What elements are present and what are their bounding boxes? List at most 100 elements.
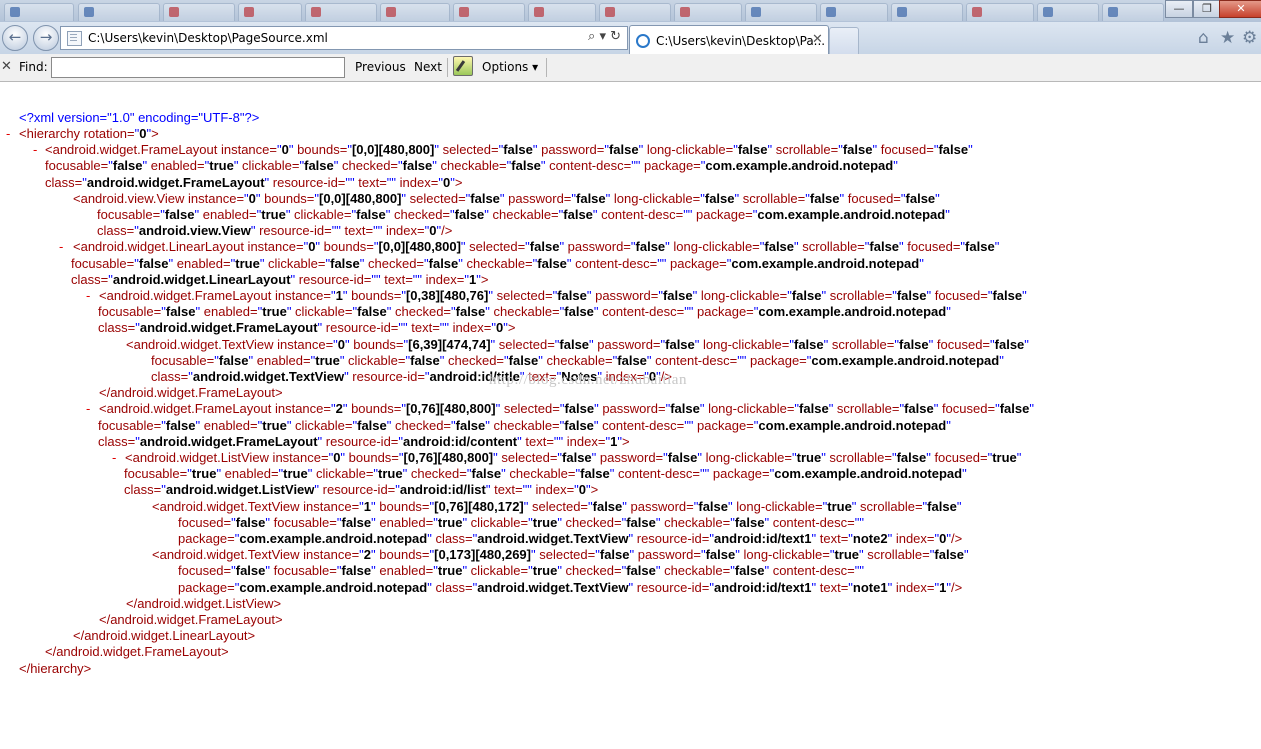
address-tools-icons[interactable]: ⌕ ▾ ↻	[588, 29, 621, 44]
xml-attr-value: android:id/content	[403, 433, 518, 449]
xml-attr-value: false	[165, 417, 196, 433]
xml-attr-name: index=	[892, 579, 935, 595]
xml-attr-value: true	[315, 352, 340, 368]
xml-attr-value: false	[356, 207, 386, 222]
address-bar[interactable]: C:\Users\kevin\Desktop\PageSource.xml ⌕ …	[60, 26, 628, 50]
highlight-matches-icon[interactable]	[453, 56, 473, 76]
background-tab[interactable]	[745, 3, 817, 21]
xml-line: - <android.widget.FrameLayout instance= "…	[86, 401, 1034, 417]
background-tab[interactable]	[891, 3, 963, 21]
xml-attr-name: index=	[382, 223, 425, 239]
collapse-toggle[interactable]: -	[86, 401, 90, 417]
xml-attr-name: checked=	[407, 466, 467, 482]
background-tab[interactable]	[966, 3, 1034, 21]
favorites-star-icon[interactable]: ★	[1220, 28, 1235, 48]
background-tab[interactable]	[599, 3, 671, 21]
minimize-button[interactable]: —	[1165, 0, 1193, 18]
xml-attr-name: focused=	[178, 563, 232, 579]
xml-attr-name: instance=	[217, 142, 277, 158]
xml-line: focusable="false" enabled="true" clickab…	[97, 207, 950, 223]
xml-attr-value: com.example.android.notepad	[239, 531, 428, 546]
collapse-toggle[interactable]: -	[112, 450, 116, 466]
xml-attr-name: checked=	[390, 207, 451, 222]
xml-attr-name: class=	[431, 531, 473, 546]
background-tab[interactable]	[380, 3, 450, 21]
xml-attr-value: false	[470, 190, 500, 206]
xml-line: - <android.widget.LinearLayout instance=…	[59, 239, 1000, 255]
close-window-button[interactable]: ✕	[1219, 0, 1261, 18]
xml-attr-name: selected=	[500, 401, 560, 417]
background-tab[interactable]	[453, 3, 525, 21]
xml-line: class="android.widget.LinearLayout" reso…	[71, 272, 488, 288]
close-find-bar-icon[interactable]: ✕	[1, 59, 12, 74]
background-tab[interactable]	[238, 3, 302, 21]
previous-button[interactable]: Previous	[355, 60, 406, 74]
close-tab-icon[interactable]: ✕	[812, 32, 823, 47]
xml-quote: "	[994, 239, 1000, 255]
xml-attr-value: com.example.android.notepad	[811, 352, 1000, 368]
xml-attr-value: false	[557, 288, 587, 303]
xml-attr-value: false	[670, 401, 700, 417]
new-tab-button[interactable]	[829, 27, 859, 55]
xml-attr-value: false	[799, 401, 829, 417]
xml-attr-name: class=	[124, 482, 162, 498]
xml-attr-value: android:id/text1	[713, 531, 812, 546]
options-dropdown[interactable]: Options ▾	[482, 60, 538, 74]
xml-attr-value: true	[191, 466, 217, 482]
collapse-toggle[interactable]: -	[33, 142, 37, 158]
xml-attr-value: 0	[139, 126, 147, 141]
find-input[interactable]	[51, 57, 345, 78]
xml-attr-value: false	[626, 514, 656, 530]
background-tab[interactable]	[1037, 3, 1099, 21]
next-button[interactable]: Next	[414, 60, 442, 74]
xml-attr-name: resource-id=	[322, 433, 399, 449]
forward-button[interactable]: →	[33, 25, 59, 51]
xml-quote: "	[999, 352, 1004, 368]
xml-attr-name: checked=	[561, 514, 622, 530]
xml-line: class="android.view.View" resource-id=""…	[97, 223, 452, 239]
collapse-toggle[interactable]: -	[59, 239, 63, 255]
xml-attr-name: content-desc=	[769, 563, 855, 579]
background-tab[interactable]	[78, 3, 160, 21]
collapse-toggle[interactable]: -	[86, 288, 90, 304]
background-tab[interactable]	[820, 3, 888, 21]
xml-attr-value: false	[576, 190, 606, 206]
xml-attr-name: focused=	[903, 239, 961, 255]
collapse-toggle[interactable]: -	[6, 126, 10, 142]
xml-attr-name: checkable=	[489, 304, 560, 320]
tools-gear-icon[interactable]: ⚙	[1242, 28, 1257, 48]
background-tab[interactable]	[674, 3, 742, 21]
background-tab[interactable]	[4, 3, 74, 21]
xml-quote: ""	[439, 320, 450, 336]
back-button[interactable]: ←	[2, 25, 28, 51]
xml-line: </android.widget.FrameLayout>	[45, 644, 229, 660]
xml-line: focusable="false" enabled="true" clickab…	[45, 158, 898, 174]
xml-attr-name: package=	[178, 531, 235, 546]
background-tab[interactable]	[1102, 3, 1164, 21]
xml-attr-value: android.widget.FrameLayout	[139, 433, 318, 449]
background-tab[interactable]	[528, 3, 596, 21]
xml-attr-value: [0,76][480,172]	[434, 498, 524, 514]
address-url[interactable]: C:\Users\kevin\Desktop\PageSource.xml	[88, 31, 328, 45]
xml-attr-name: instance=	[271, 401, 331, 417]
xml-attr-name: checkable=	[660, 514, 731, 530]
xml-attr-value: false	[511, 158, 541, 174]
xml-attr-value: true	[262, 417, 287, 433]
xml-attr-value: true	[378, 466, 403, 482]
maximize-button[interactable]: ❐	[1193, 0, 1221, 18]
home-icon[interactable]: ⌂	[1198, 28, 1209, 48]
xml-attr-value: com.example.android.notepad	[239, 579, 428, 595]
xml-attr-name: scrollable=	[772, 142, 839, 158]
background-tab[interactable]	[163, 3, 235, 21]
xml-attr-value: false	[965, 239, 995, 255]
xml-attr-name: checked=	[391, 304, 452, 320]
background-tab[interactable]	[305, 3, 377, 21]
xml-attr-name: focusable=	[45, 158, 109, 174]
xml-tag: </hierarchy>	[19, 660, 92, 676]
xml-attr-name: password=	[596, 450, 664, 465]
xml-attr-name: focused=	[178, 514, 232, 530]
active-tab[interactable]: C:\Users\kevin\Desktop\Pa... ✕	[629, 25, 829, 54]
xml-attr-name: scrollable=	[856, 498, 923, 514]
xml-attr-name: scrollable=	[863, 547, 930, 563]
xml-attr-value: com.example.android.notepad	[705, 158, 894, 174]
